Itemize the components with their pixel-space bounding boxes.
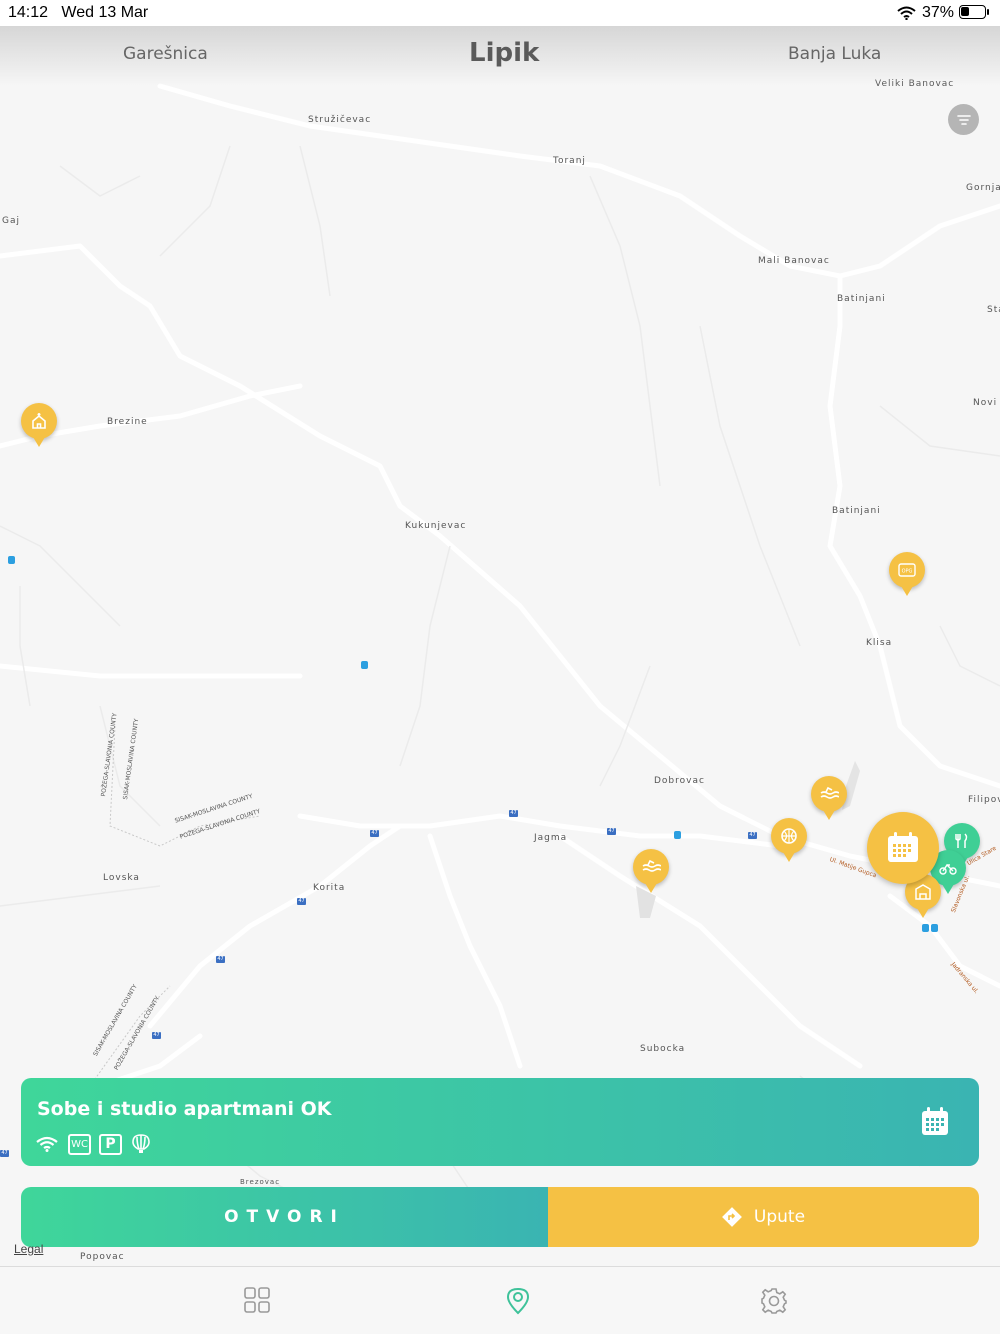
tab-settings[interactable] <box>760 1287 788 1315</box>
grid-icon <box>244 1287 270 1313</box>
bus-stop-icon <box>674 831 681 839</box>
place-label: Toranj <box>553 156 586 166</box>
place-label: Stružičevac <box>308 115 372 125</box>
map-pin-icon <box>506 1287 530 1315</box>
parking-icon: P <box>99 1134 122 1155</box>
balloon-icon <box>131 1134 151 1154</box>
pool-pin[interactable] <box>811 776 847 820</box>
road-shield: 47 <box>297 898 306 905</box>
tab-categories[interactable] <box>244 1287 272 1315</box>
place-label: Batinjani <box>832 506 881 516</box>
building-icon <box>915 884 931 900</box>
road-shield: 47 <box>152 1032 161 1039</box>
place-label: Klisa <box>866 638 893 648</box>
directions-button[interactable]: Upute <box>548 1187 979 1247</box>
calendar-icon <box>888 832 918 862</box>
basketball-pin[interactable] <box>771 818 807 862</box>
opg-icon: OPG <box>898 563 916 577</box>
directions-icon <box>722 1207 742 1227</box>
settings-icon <box>761 1288 787 1314</box>
place-label: Lovska <box>103 873 140 883</box>
filter-icon <box>956 114 971 125</box>
open-button[interactable]: OTVORI <box>21 1187 548 1247</box>
cutlery-icon <box>955 833 968 848</box>
accommodation-card[interactable]: Sobe i studio apartmani OK WC P <box>21 1078 979 1166</box>
pool-pin[interactable] <box>633 849 669 893</box>
place-label: Batinjani <box>837 294 886 304</box>
wifi-status-icon <box>897 6 916 20</box>
place-label: Filipov <box>968 795 1000 805</box>
previous-city-button[interactable]: Garešnica <box>123 44 208 64</box>
place-label: Korita <box>313 883 346 893</box>
battery-percent: 37% <box>921 4 954 21</box>
wc-icon: WC <box>68 1134 91 1155</box>
church-icon <box>32 413 46 429</box>
status-bar: 14:12 Wed 13 Mar 37% <box>0 0 1000 26</box>
place-label: Gaj <box>2 216 20 226</box>
bus-stop-icon <box>922 924 929 932</box>
road-shield: 47 <box>0 1150 9 1157</box>
booking-calendar-button[interactable] <box>921 1106 949 1140</box>
church-pin[interactable] <box>21 403 57 447</box>
basketball-icon <box>781 828 797 844</box>
place-label: Subocka <box>640 1044 686 1054</box>
place-label: Gornja <box>966 183 1000 193</box>
tab-map[interactable] <box>506 1287 534 1315</box>
directions-label: Upute <box>753 1207 806 1227</box>
place-label: Mali Banovac <box>758 256 830 266</box>
wifi-icon <box>36 1134 58 1154</box>
status-date: Wed 13 Mar <box>61 4 149 21</box>
bus-stop-icon <box>361 661 368 669</box>
place-label: Dobrovac <box>654 776 705 786</box>
svg-text:OPG: OPG <box>902 569 913 575</box>
road-shield: 47 <box>370 830 379 837</box>
bus-stop-icon <box>8 556 15 564</box>
battery-icon <box>959 5 986 19</box>
place-label: Sta <box>987 305 1000 315</box>
bus-stop-icon <box>931 924 938 932</box>
road-shield: 47 <box>216 956 225 963</box>
selected-accommodation-pin[interactable] <box>867 812 939 884</box>
card-title: Sobe i studio apartmani OK <box>37 1098 332 1120</box>
place-label: Kukunjevac <box>405 521 467 531</box>
calendar-icon <box>922 1107 948 1135</box>
next-city-button[interactable]: Banja Luka <box>788 44 881 64</box>
road-shield: 47 <box>607 828 616 835</box>
opg-pin[interactable]: OPG <box>889 552 925 596</box>
legal-link[interactable]: Legal <box>14 1242 43 1256</box>
road-shield: 47 <box>509 810 518 817</box>
place-label: Brezovac <box>240 1178 281 1186</box>
status-time: 14:12 <box>8 4 49 21</box>
road-shield: 47 <box>748 832 757 839</box>
place-label: Novi I <box>973 398 1000 408</box>
place-label: Jagma <box>534 833 568 843</box>
city-switcher: Garešnica Lipik Banja Luka <box>0 26 1000 86</box>
bicycle-icon <box>939 863 957 875</box>
place-label: Brezine <box>107 417 148 427</box>
filter-button[interactable] <box>948 104 979 135</box>
current-city-title: Lipik <box>469 38 540 68</box>
swimming-icon <box>642 859 661 872</box>
tab-bar <box>0 1266 1000 1334</box>
swimming-icon <box>820 786 839 799</box>
place-label: Popovac <box>80 1252 125 1262</box>
